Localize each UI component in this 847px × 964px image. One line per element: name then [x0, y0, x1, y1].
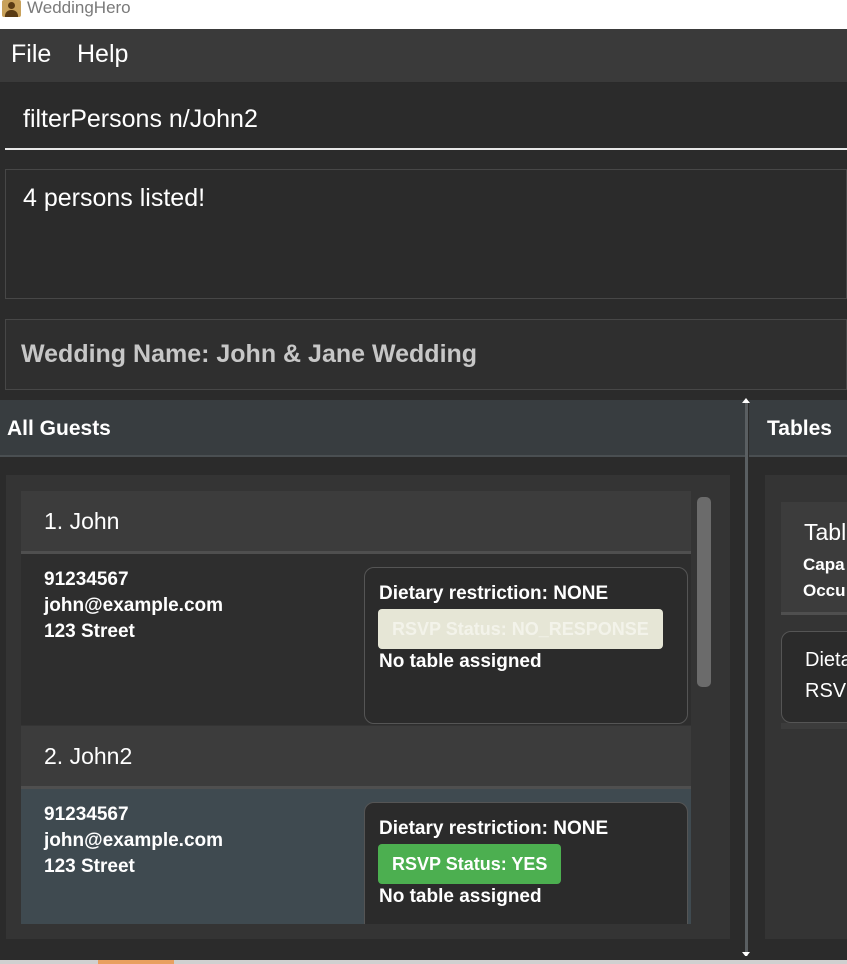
- person-phone: 91234567: [44, 569, 129, 590]
- divider-up-arrow-icon: [742, 398, 750, 403]
- person-phone: 91234567: [44, 804, 129, 825]
- split-pane-divider[interactable]: [745, 402, 748, 956]
- guests-panel-header: All Guests: [0, 400, 745, 457]
- window-title-bar: WeddingHero: [0, 0, 847, 29]
- command-input[interactable]: filterPersons n/John2: [5, 84, 847, 150]
- table-assignment: No table assigned: [379, 651, 542, 672]
- menu-bar: File Help: [0, 29, 847, 83]
- person-info-box: Dietary restriction: NONE RSVP Status: N…: [364, 567, 688, 724]
- menu-help[interactable]: Help: [77, 40, 128, 69]
- taskbar-active-item[interactable]: [98, 960, 174, 964]
- table-guest-rsvp: RSVI: [805, 680, 847, 702]
- wedding-name: Wedding Name: John & Jane Wedding: [21, 340, 478, 368]
- command-input-text: filterPersons n/John2: [23, 105, 258, 133]
- person-email: john@example.com: [44, 595, 224, 616]
- table-assignment: No table assigned: [379, 886, 542, 907]
- tables-panel-title: Tables: [767, 417, 832, 440]
- person-card-header[interactable]: 2. John2: [21, 726, 691, 789]
- result-message: 4 persons listed!: [23, 184, 206, 212]
- person-card-header[interactable]: 1. John: [21, 491, 691, 554]
- table-occupancy: Occu: [803, 581, 846, 600]
- guests-panel-title: All Guests: [7, 417, 111, 440]
- person-info-box: Dietary restriction: NONE RSVP Status: Y…: [364, 802, 688, 924]
- table-card-title: Tabl: [804, 519, 847, 545]
- person-address: 123 Street: [44, 856, 135, 877]
- table-guest-dietary: Dieta: [805, 649, 847, 671]
- menu-file[interactable]: File: [11, 40, 51, 69]
- app-person-icon: [2, 0, 21, 17]
- person-card-selected[interactable]: 91234567 john@example.com 123 Street Die…: [21, 789, 691, 924]
- table-list[interactable]: Tabl Capa Occu Dieta RSVI: [765, 475, 847, 939]
- window-title: WeddingHero: [27, 0, 131, 17]
- person-name: 2. John2: [44, 743, 133, 769]
- rsvp-status-badge: RSVP Status: YES: [378, 844, 561, 884]
- tables-panel-header: Tables: [749, 400, 847, 457]
- guest-list-scrollbar[interactable]: [697, 497, 711, 687]
- person-card[interactable]: 91234567 john@example.com 123 Street Die…: [21, 554, 691, 725]
- result-display: 4 persons listed!: [5, 169, 847, 299]
- wedding-name-panel: Wedding Name: John & Jane Wedding: [5, 319, 847, 390]
- person-name: 1. John: [44, 508, 120, 534]
- table-guest-card[interactable]: Dieta RSVI: [781, 631, 847, 723]
- table-card-footer: [781, 723, 847, 729]
- dietary-restriction: Dietary restriction: NONE: [379, 583, 609, 604]
- dietary-restriction: Dietary restriction: NONE: [379, 818, 609, 839]
- table-capacity: Capa: [803, 555, 845, 574]
- person-email: john@example.com: [44, 830, 224, 851]
- table-card[interactable]: Tabl Capa Occu: [781, 502, 847, 615]
- rsvp-status-badge: RSVP Status: NO_RESPONSE: [378, 609, 663, 649]
- person-address: 123 Street: [44, 621, 135, 642]
